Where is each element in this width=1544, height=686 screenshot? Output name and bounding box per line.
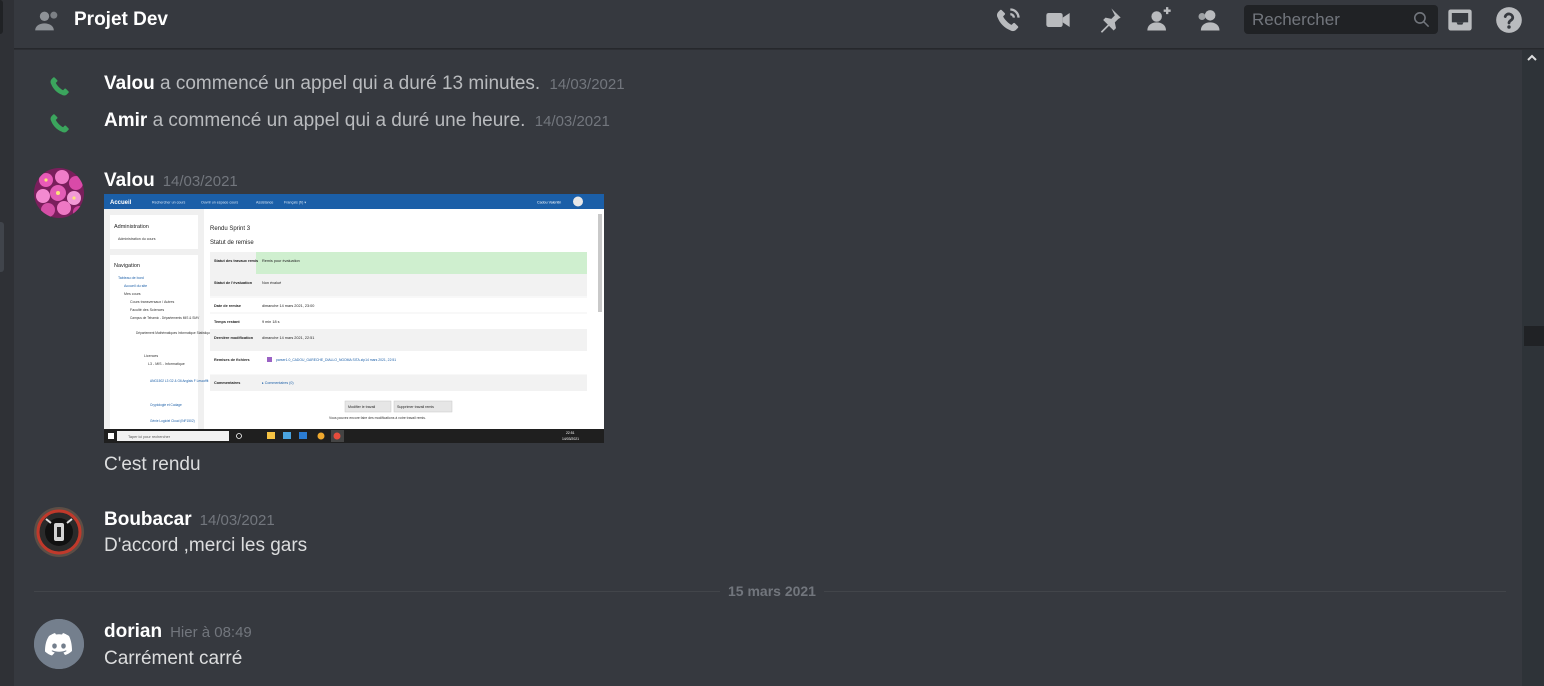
status-value: Non évalué [262, 281, 281, 285]
message-text: Carrément carré [104, 648, 243, 669]
image-attachment[interactable]: Accueil Rechercher un cours Ouvrir un es… [104, 194, 604, 443]
moodle-link: Ouvrir un espace cours [201, 201, 238, 205]
section-title: Statut de remise [210, 240, 254, 246]
call-text: a commencé un appel qui a duré 13 minute… [159, 73, 541, 94]
status-value: 9 min 18 s [262, 320, 280, 324]
call-user[interactable]: Valou [104, 73, 155, 94]
people-icon [35, 11, 58, 31]
channel-header: Projet Dev [14, 0, 1544, 49]
channel-title: Projet Dev [74, 9, 168, 30]
scroll-up-icon[interactable] [1526, 52, 1538, 64]
nav-item: Mes cours [124, 292, 141, 296]
avatar[interactable] [34, 619, 84, 669]
call-timestamp: 14/03/2021 [549, 76, 625, 93]
guild-indicator [0, 222, 4, 272]
message-timestamp: Hier à 08:49 [170, 624, 252, 641]
moodle-link: Rechercher un cours [152, 201, 186, 205]
date-divider-label: 15 mars 2021 [720, 583, 824, 599]
message-timestamp: 14/03/2021 [199, 512, 275, 529]
status-value: Remis pour évaluation [262, 259, 300, 263]
nav-item: Tableau de bord [118, 276, 144, 280]
nav-title: Navigation [114, 263, 140, 269]
status-label: Remises de fichiers [214, 358, 250, 362]
nav-item: Accueil du site [124, 284, 147, 288]
comments-link: ▸ Commentaires (0) [262, 381, 294, 385]
help-icon[interactable] [1495, 6, 1523, 34]
author-name[interactable]: Valou [104, 170, 155, 191]
nav-item: Génie Logiciel Cloud (INF1502) [150, 419, 195, 423]
guild-indicator [0, 0, 3, 34]
add-member-icon[interactable] [1145, 6, 1173, 34]
taskbar-date: 14/03/2021 [562, 437, 579, 441]
nav-item: ANG1502 L3 G2 & G6 Anglais F Lescoffit [150, 379, 209, 383]
status-label: Temps restant [214, 320, 240, 324]
discord-default-avatar-icon [34, 619, 84, 669]
author-name[interactable]: Boubacar [104, 509, 192, 530]
moodle-link: Assistance [256, 201, 273, 205]
search-box[interactable] [1244, 5, 1438, 34]
file-link: parser1.0_CADOU_GARECHE_DIALLO_NGOMA SIT… [276, 358, 396, 362]
nav-item: Cours transversaux / Autres [130, 300, 175, 304]
phone-icon [50, 77, 69, 96]
pin-icon[interactable] [1095, 6, 1123, 34]
moodle-link: Français (fr) ▾ [284, 201, 306, 205]
nav-item: Département Mathématiques Informatique S… [136, 331, 212, 335]
call-timestamp: 14/03/2021 [534, 113, 610, 130]
assignment-title: Rendu Sprint 3 [210, 226, 251, 232]
nav-item: Cryptologie et Codage [150, 403, 182, 407]
scrollbar-thumb[interactable] [1524, 326, 1544, 346]
nav-item: Faculté des Sciences [130, 308, 164, 312]
message-author[interactable]: Boubacar 14/03/2021 [104, 509, 275, 531]
avatar[interactable] [34, 507, 84, 557]
status-label: Dernière modification [214, 336, 254, 340]
status-label: Statut de l'évaluation [214, 281, 253, 285]
flower-avatar-image [34, 168, 84, 218]
call-text: a commencé un appel qui a duré une heure… [152, 110, 526, 131]
avatar[interactable] [34, 168, 84, 218]
inbox-icon[interactable] [1446, 6, 1474, 34]
search-icon [1413, 11, 1430, 28]
message-author[interactable]: Valou 14/03/2021 [104, 170, 238, 192]
nav-item: Campus de Tehamic - Départements MIS & S… [130, 316, 200, 320]
screenshot-preview: Accueil Rechercher un cours Ouvrir un es… [104, 194, 604, 443]
member-list-icon[interactable] [1195, 6, 1223, 34]
call-user[interactable]: Amir [104, 110, 147, 131]
status-value: dimanche 14 mars 2021, 23:00 [262, 304, 314, 308]
nav-item: Licences [144, 354, 158, 358]
status-label: Commentaires [214, 381, 240, 385]
video-icon[interactable] [1044, 6, 1072, 34]
admin-item: Administration du cours [118, 237, 156, 241]
taskbar-search: Taper ici pour rechercher [128, 435, 171, 439]
team-logo-avatar-image [34, 507, 84, 557]
message-text: D'accord ,merci les gars [104, 535, 308, 556]
moodle-user: Cadou Valentin [537, 201, 561, 205]
message-text: C'est rendu [104, 454, 201, 475]
moodle-home: Accueil [110, 200, 132, 206]
call-icon[interactable] [994, 6, 1022, 34]
author-name[interactable]: dorian [104, 621, 162, 642]
status-label: Date de remise [214, 304, 241, 308]
phone-icon [50, 114, 69, 133]
delete-submission-button: Supprimer travail remis [397, 405, 434, 409]
message-list: Valou a commencé un appel qui a duré 13 … [14, 50, 1522, 686]
guild-sidebar-edge [0, 0, 14, 686]
status-label: Statut des travaux remis [214, 259, 258, 263]
call-system-message: Amir a commencé un appel qui a duré une … [14, 109, 1514, 137]
nav-item: L3 - MIS - Informatique [148, 362, 185, 366]
message-timestamp: 14/03/2021 [162, 173, 238, 190]
call-system-message: Valou a commencé un appel qui a duré 13 … [14, 72, 1514, 100]
taskbar-time: 22:51 [566, 431, 575, 435]
scrollbar-track[interactable] [1522, 50, 1544, 686]
edit-submission-button: Modifier le travail [348, 405, 375, 409]
message-author[interactable]: dorian Hier à 08:49 [104, 621, 252, 643]
status-value: dimanche 14 mars 2021, 22:51 [262, 336, 314, 340]
admin-title: Administration [114, 224, 149, 230]
search-input[interactable] [1244, 5, 1404, 34]
submission-note: Vous pouvez encore faire des modificatio… [329, 416, 426, 420]
